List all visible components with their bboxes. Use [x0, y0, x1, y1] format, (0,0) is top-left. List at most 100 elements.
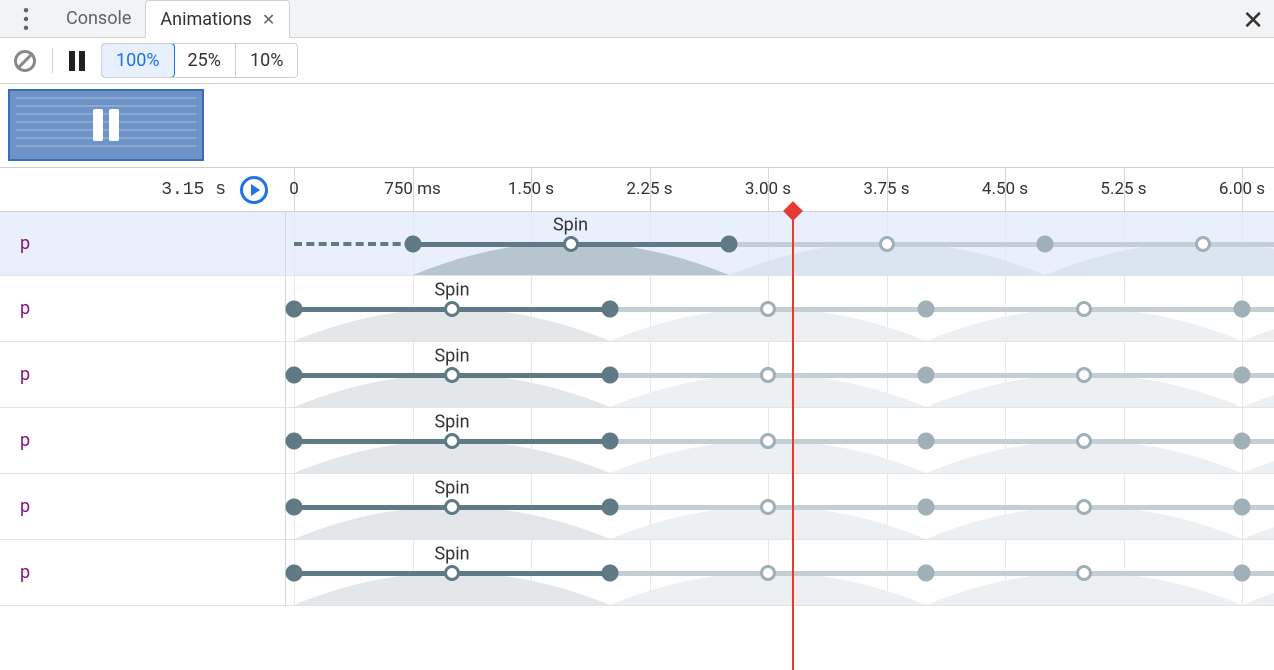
animation-name-label: Spin	[434, 543, 469, 564]
easing-hump	[1242, 557, 1274, 605]
keyframe-dot[interactable]	[1036, 235, 1053, 252]
keyframe-dot[interactable]	[1234, 498, 1251, 515]
keyframe-dot[interactable]	[1076, 565, 1092, 581]
track-segment[interactable]	[610, 439, 1274, 444]
keyframe-dot[interactable]	[444, 433, 460, 449]
tick-label: 6.00 s	[1219, 179, 1265, 199]
keyframe-dot[interactable]	[1234, 432, 1251, 449]
keyframe-dot[interactable]	[760, 301, 776, 317]
row-track[interactable]: Spin	[286, 540, 1274, 605]
row-track[interactable]: Spin	[286, 276, 1274, 341]
keyframe-dot[interactable]	[918, 498, 935, 515]
track-segment[interactable]	[610, 307, 1274, 312]
play-button[interactable]	[240, 176, 268, 204]
keyframe-dot[interactable]	[602, 300, 619, 317]
keyframe-dot[interactable]	[444, 367, 460, 383]
easing-hump	[1242, 359, 1274, 407]
keyframe-dot[interactable]	[563, 236, 579, 252]
animation-row: p Spin	[0, 408, 1274, 474]
keyframe-dot[interactable]	[286, 432, 303, 449]
element-tag-label[interactable]: p	[0, 474, 286, 539]
row-track[interactable]: Spin	[286, 212, 1274, 275]
keyframe-dot[interactable]	[760, 565, 776, 581]
animation-row: pSpin	[0, 474, 1274, 540]
element-tag-label[interactable]: p	[0, 408, 286, 473]
speed-25[interactable]: 25%	[174, 44, 236, 77]
keyframe-dot[interactable]	[760, 433, 776, 449]
keyframe-dot[interactable]	[1076, 367, 1092, 383]
keyframe-dot[interactable]	[918, 432, 935, 449]
keyframe-dot[interactable]	[444, 301, 460, 317]
keyframe-dot[interactable]	[602, 432, 619, 449]
tick-label: 0	[289, 179, 299, 199]
element-tag-label[interactable]: p	[0, 540, 286, 605]
keyframe-dot[interactable]	[760, 499, 776, 515]
keyframe-dot[interactable]	[1234, 300, 1251, 317]
track-segment[interactable]	[610, 571, 1274, 576]
animation-timeline: pSpinpSpinpSpinpSpinpSpinpSpin	[0, 212, 1274, 606]
keyframe-dot[interactable]	[1076, 499, 1092, 515]
track-segment[interactable]	[729, 242, 1274, 247]
keyframe-dot[interactable]	[1076, 301, 1092, 317]
pause-all-button[interactable]	[69, 51, 85, 71]
keyframe-dot[interactable]	[286, 498, 303, 515]
keyframe-dot[interactable]	[879, 236, 895, 252]
tick-label: 3.75 s	[863, 179, 909, 199]
keyframe-dot[interactable]	[1076, 433, 1092, 449]
close-drawer-icon[interactable]: ✕	[1242, 6, 1264, 36]
clear-all-icon[interactable]	[14, 50, 36, 72]
keyframe-dot[interactable]	[1234, 366, 1251, 383]
keyframe-dot[interactable]	[720, 235, 737, 252]
more-menu-icon[interactable]	[0, 0, 52, 37]
tab-console[interactable]: Console	[52, 0, 145, 37]
row-track[interactable]: Spin	[286, 342, 1274, 407]
animations-toolbar: 100% 25% 10%	[0, 38, 1274, 84]
keyframe-dot[interactable]	[760, 367, 776, 383]
playhead[interactable]	[792, 212, 794, 670]
keyframe-dot[interactable]	[602, 366, 619, 383]
tab-animations[interactable]: Animations ✕	[145, 0, 290, 38]
tick-label: 5.25 s	[1100, 179, 1146, 199]
keyframe-dot[interactable]	[918, 366, 935, 383]
keyframe-dot[interactable]	[444, 499, 460, 515]
animation-row: pSpin	[0, 212, 1274, 276]
track-segment[interactable]	[610, 373, 1274, 378]
keyframe-dot[interactable]	[444, 565, 460, 581]
animation-name-label: Spin	[434, 345, 469, 366]
animation-name-label: Spin	[434, 411, 469, 432]
keyframe-dot[interactable]	[404, 235, 421, 252]
keyframe-dot[interactable]	[918, 300, 935, 317]
tick-label: 750 ms	[384, 179, 441, 199]
row-track[interactable]: Spin	[286, 474, 1274, 539]
keyframe-dot[interactable]	[1234, 564, 1251, 581]
ruler-ticks[interactable]: 0750 ms1.50 s2.25 s3.00 s3.75 s4.50 s5.2…	[286, 168, 1274, 211]
row-track[interactable]: Spin	[286, 408, 1274, 473]
animation-group-thumbnail[interactable]	[8, 89, 204, 161]
keyframe-dot[interactable]	[602, 564, 619, 581]
animation-row: p Spin	[0, 342, 1274, 408]
animation-row: p Spin	[0, 540, 1274, 606]
playback-speed-group: 100% 25% 10%	[101, 43, 298, 78]
keyframe-dot[interactable]	[286, 564, 303, 581]
close-tab-icon[interactable]: ✕	[262, 10, 275, 29]
keyframe-dot[interactable]	[918, 564, 935, 581]
keyframe-dot[interactable]	[1195, 236, 1211, 252]
tab-animations-label: Animations	[160, 9, 251, 30]
tick-label: 3.00 s	[745, 179, 791, 199]
speed-10[interactable]: 10%	[236, 44, 297, 77]
animation-groups	[0, 84, 1274, 168]
keyframe-dot[interactable]	[286, 300, 303, 317]
element-tag-label[interactable]: p	[0, 276, 286, 341]
easing-hump	[1242, 491, 1274, 539]
easing-hump	[1045, 227, 1274, 275]
tick-label: 2.25 s	[626, 179, 672, 199]
track-segment[interactable]	[610, 505, 1274, 510]
speed-100[interactable]: 100%	[101, 43, 175, 78]
keyframe-dot[interactable]	[286, 366, 303, 383]
keyframe-dot[interactable]	[602, 498, 619, 515]
tick-label: 4.50 s	[982, 179, 1028, 199]
drawer-tabbar: Console Animations ✕	[0, 0, 1274, 38]
element-tag-label[interactable]: p	[0, 212, 286, 275]
easing-hump	[1242, 293, 1274, 341]
element-tag-label[interactable]: p	[0, 342, 286, 407]
